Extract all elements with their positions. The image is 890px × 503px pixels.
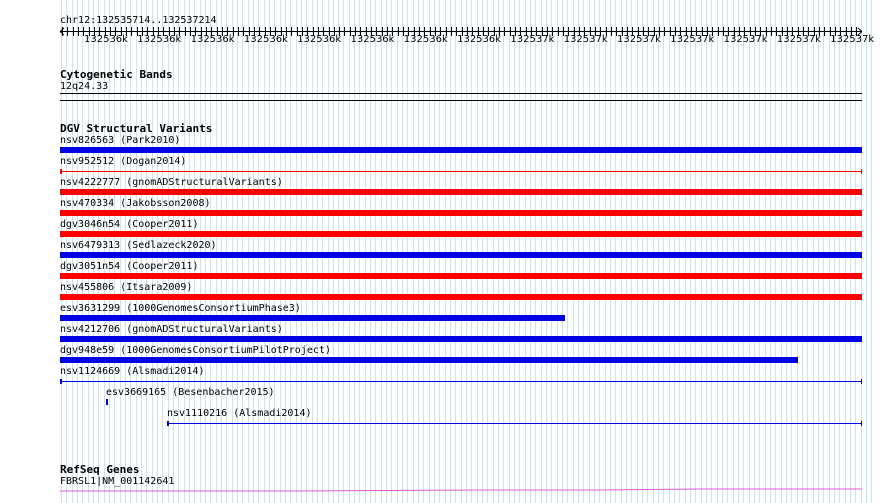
ruler-tick-label: 132537k <box>510 34 555 45</box>
dgv-variant-label[interactable]: nsv4212706 (gnomADStructuralVariants) <box>60 324 283 336</box>
dgv-variant-feature[interactable] <box>106 399 108 405</box>
genome-browser-view: chr12:132535714..132537214 132536k 132536… <box>0 0 890 503</box>
dgv-variant-feature[interactable] <box>60 294 862 300</box>
dgv-variant-label[interactable]: esv3669165 (Besenbacher2015) <box>106 387 275 399</box>
ruler-tick-label: 132536k <box>243 34 288 45</box>
dgv-variant-feature[interactable] <box>60 147 862 153</box>
cytoband-track-title: Cytogenetic Bands <box>60 68 173 81</box>
ruler-tick-label: 132536k <box>403 34 448 45</box>
refseq-gene-feature[interactable] <box>0 485 890 497</box>
ruler-tick-label: 132536k <box>84 34 128 45</box>
dgv-variant-feature[interactable] <box>60 273 862 279</box>
dgv-variant-label[interactable]: nsv952512 (Dogan2014) <box>60 156 186 168</box>
cytoband-bar[interactable] <box>60 93 862 94</box>
ruler-tick-label: 132537k <box>830 34 875 45</box>
track-divider <box>60 100 862 101</box>
dgv-variant-label[interactable]: dgv3051n54 (Cooper2011) <box>60 261 198 273</box>
dgv-variant-feature[interactable] <box>60 357 798 363</box>
ruler-tick-label: 132536k <box>190 34 235 45</box>
dgv-variant-label[interactable]: dgv948e59 (1000GenomesConsortiumPilotPro… <box>60 345 331 357</box>
ruler-tick-label: 132537k <box>723 34 768 45</box>
refseq-track-title: RefSeq Genes <box>60 463 140 476</box>
dgv-variant-label[interactable]: nsv1124669 (Alsmadi2014) <box>60 366 205 378</box>
dgv-variant-feature[interactable] <box>60 189 862 195</box>
dgv-variant-label[interactable]: nsv1110216 (Alsmadi2014) <box>167 408 312 420</box>
dgv-variant-feature[interactable] <box>60 171 862 172</box>
dgv-variant-feature[interactable] <box>167 423 862 424</box>
dgv-variant-feature[interactable] <box>60 210 862 216</box>
ruler-tick-label: 132536k <box>137 34 182 45</box>
dgv-variant-feature[interactable] <box>60 231 862 237</box>
ruler-tick-label: 132537k <box>617 34 661 45</box>
ruler-tick-label: 132536k <box>457 34 502 45</box>
dgv-variant-feature[interactable] <box>60 381 862 382</box>
ruler-tick-label: 132537k <box>670 34 715 45</box>
dgv-variant-feature[interactable] <box>60 336 862 342</box>
ruler-tick-label: 132537k <box>563 34 608 45</box>
ruler-tick-label: 132536k <box>350 34 395 45</box>
dgv-variant-feature[interactable] <box>60 252 862 258</box>
dgv-variant-label[interactable]: nsv470334 (Jakobsson2008) <box>60 198 211 210</box>
dgv-variant-label[interactable]: nsv826563 (Park2010) <box>60 135 180 147</box>
ruler-tick-label: 132536k <box>297 34 342 45</box>
dgv-track-title: DGV Structural Variants <box>60 122 213 135</box>
refseq-gene-line <box>60 488 862 492</box>
dgv-variant-label[interactable]: esv3631299 (1000GenomesConsortiumPhase3) <box>60 303 301 315</box>
dgv-variant-label[interactable]: nsv6479313 (Sedlazeck2020) <box>60 240 217 252</box>
cytoband-label[interactable]: 12q24.33 <box>60 81 108 93</box>
dgv-variant-label[interactable]: nsv4222777 (gnomADStructuralVariants) <box>60 177 283 189</box>
dgv-variant-feature[interactable] <box>60 315 565 321</box>
dgv-variant-label[interactable]: nsv455806 (Itsara2009) <box>60 282 192 294</box>
ruler-tick-label: 132537k <box>776 34 821 45</box>
dgv-variant-label[interactable]: dgv3046n54 (Cooper2011) <box>60 219 198 231</box>
